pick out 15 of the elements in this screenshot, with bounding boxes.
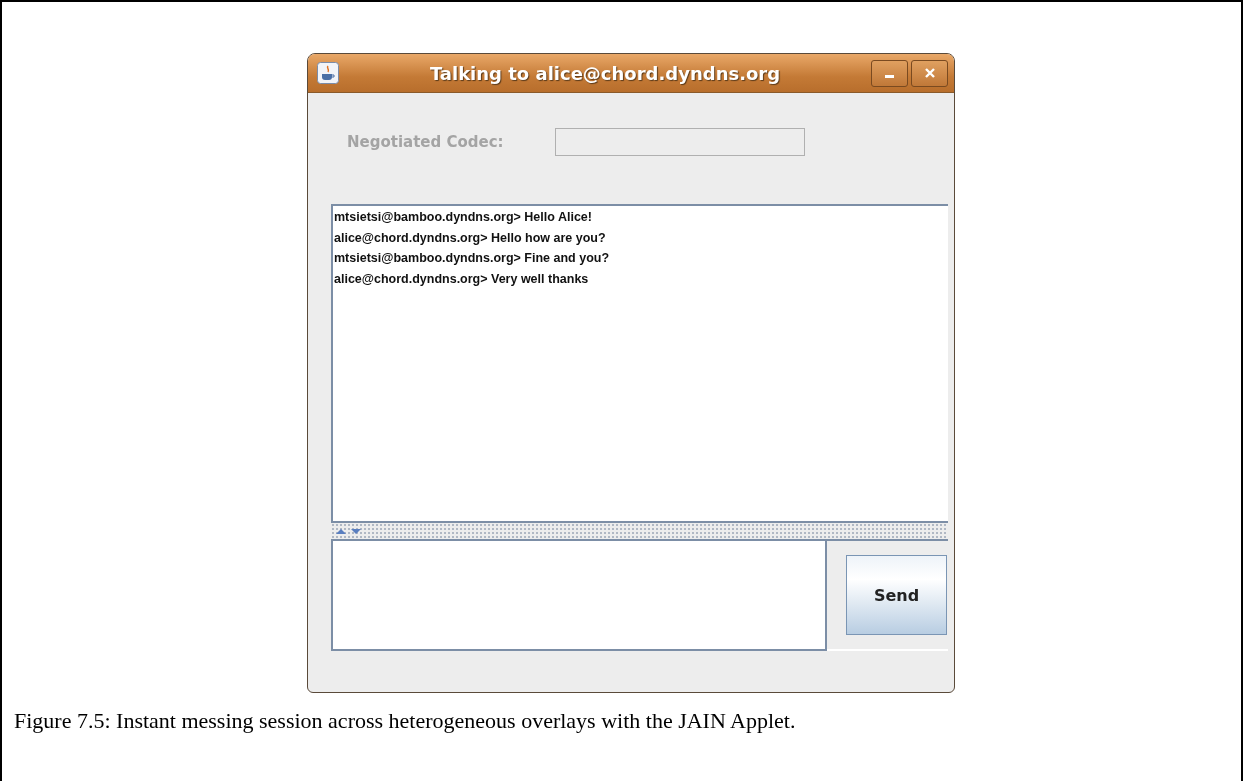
- chat-message: alice@chord.dyndns.org> Hello how are you?: [334, 229, 606, 247]
- collapse-arrows-icon[interactable]: [334, 527, 364, 535]
- minimize-button[interactable]: [871, 59, 908, 87]
- chat-message: alice@chord.dyndns.org> Very well thanks: [334, 270, 589, 288]
- send-button[interactable]: Send: [846, 555, 947, 635]
- chat-message: mtsietsi@bamboo.dyndns.org> Hello Alice!: [334, 209, 592, 226]
- close-button[interactable]: [911, 59, 948, 87]
- figure-caption: Figure 7.5: Instant messing session across heterogeneous overlays with the JAIN Applet.: [14, 708, 796, 734]
- codec-label: Negotiated Codec:: [347, 133, 505, 151]
- window-title: Talking to alice@chord.dyndns.org: [428, 62, 782, 84]
- chat-message: mtsietsi@bamboo.dyndns.org> Fine and you?: [334, 250, 610, 267]
- coffee-cup-icon: [317, 62, 339, 84]
- message-input-field[interactable]: [331, 541, 827, 651]
- close-icon: [923, 67, 936, 79]
- minimize-icon: [885, 74, 894, 78]
